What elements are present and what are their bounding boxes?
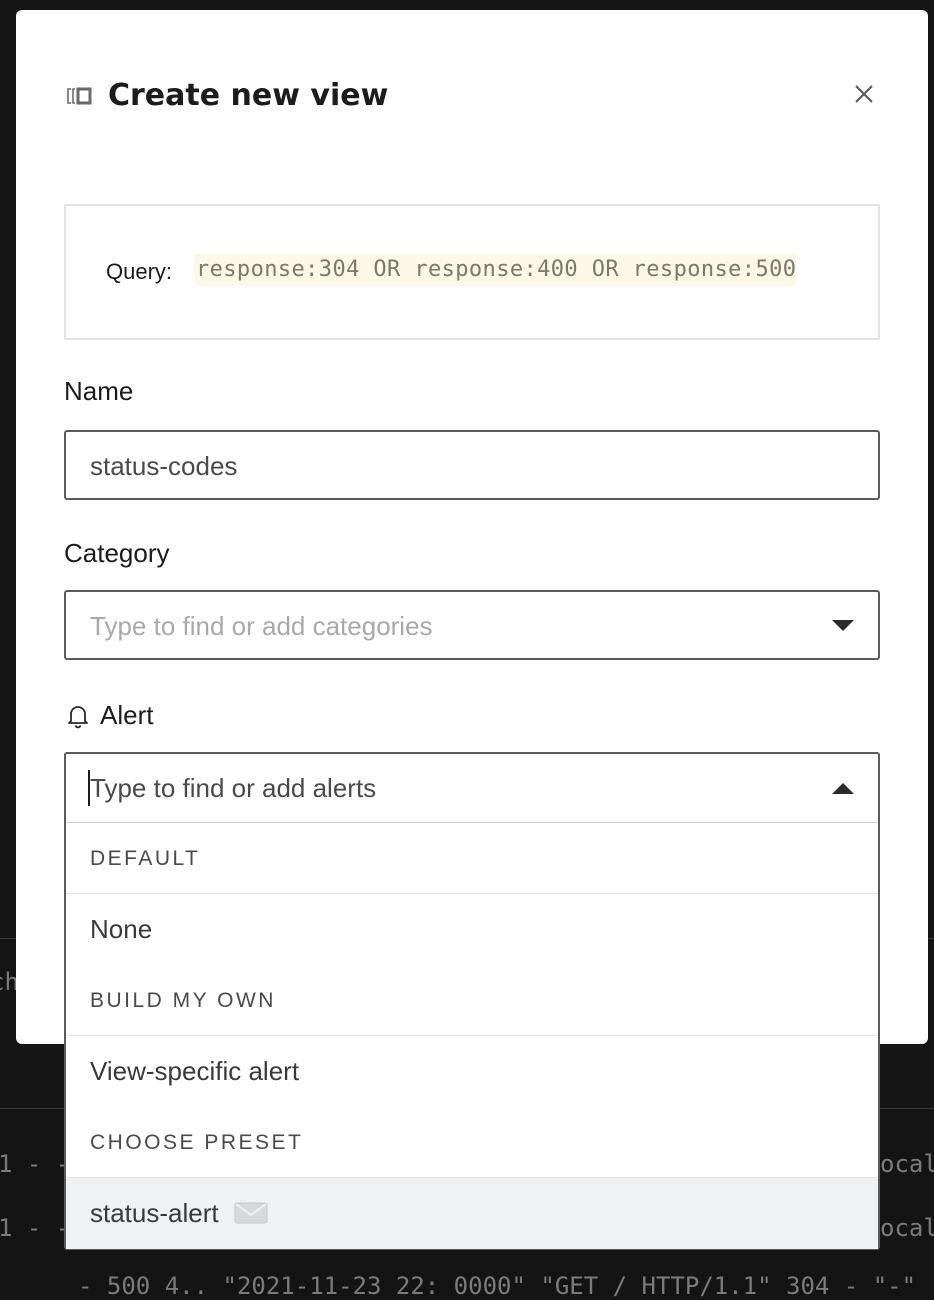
bell-icon xyxy=(68,706,88,729)
name-input-value: status-codes xyxy=(90,451,238,481)
chevron-up-icon[interactable] xyxy=(832,783,854,794)
alert-placeholder: Type to find or add alerts xyxy=(90,773,377,803)
modal-title: Create new view xyxy=(108,78,389,113)
category-select[interactable]: Type to find or add categories xyxy=(64,590,880,660)
category-label: Category xyxy=(64,538,170,568)
option-none[interactable]: None xyxy=(66,894,878,965)
alert-input[interactable]: Type to find or add alerts xyxy=(66,754,878,823)
option-view-specific-alert[interactable]: View-specific alert xyxy=(66,1036,878,1107)
option-status-alert[interactable]: status-alert xyxy=(66,1178,878,1249)
option-status-alert-label: status-alert xyxy=(90,1198,219,1228)
group-header-default: DEFAULT xyxy=(66,823,878,894)
name-label: Name xyxy=(64,376,134,406)
group-header-build-my-own: BUILD MY OWN xyxy=(66,965,878,1036)
background-log-line: ocal xyxy=(880,1214,934,1242)
query-box: Query: response:304 OR response:400 OR r… xyxy=(64,204,880,340)
alert-label: Alert xyxy=(100,700,154,730)
background-log-line: 1 - - xyxy=(0,1214,71,1242)
query-label: Query: xyxy=(106,259,173,284)
background-log-line: ocal xyxy=(880,1150,934,1178)
chevron-down-icon[interactable] xyxy=(832,620,854,631)
close-icon[interactable] xyxy=(850,80,878,108)
background-log-line: 1 - - xyxy=(0,1150,71,1178)
group-header-choose-preset: CHOOSE PRESET xyxy=(66,1107,878,1178)
view-icon xyxy=(67,87,92,105)
mail-icon xyxy=(234,1202,268,1224)
name-input[interactable]: status-codes xyxy=(64,430,880,500)
query-value: response:304 OR response:400 OR response… xyxy=(194,254,797,286)
background-log-line: - 500 4.. "2021-11-23 22: 0000" "GET / H… xyxy=(78,1272,934,1300)
category-placeholder: Type to find or add categories xyxy=(90,611,433,641)
alert-select: Type to find or add alerts DEFAULT None … xyxy=(64,752,880,1250)
